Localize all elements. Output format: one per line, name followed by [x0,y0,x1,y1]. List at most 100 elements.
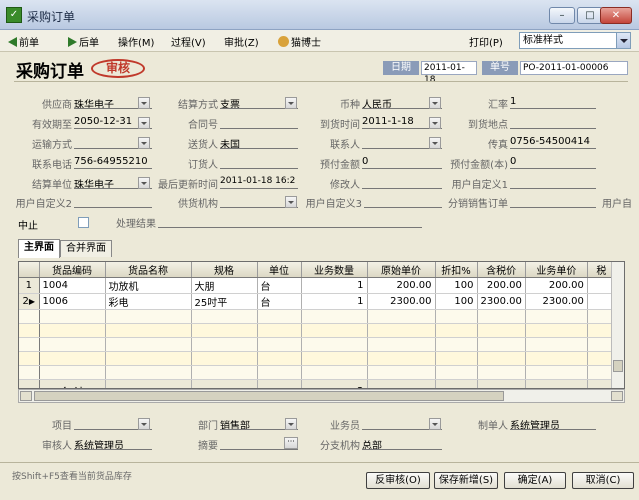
dist-order-field[interactable] [510,195,596,208]
contract-field[interactable] [220,116,298,129]
empty-cell[interactable] [301,337,368,352]
table-cell[interactable]: 2300.00 [525,293,588,310]
empty-cell[interactable] [301,323,368,338]
minimize-button[interactable]: – [549,7,575,24]
empty-cell[interactable] [525,337,588,352]
settle-unit-dropdown-icon[interactable] [138,177,150,189]
process-menu[interactable]: 过程(V) [171,34,206,49]
next-button[interactable]: 后单 [68,34,99,49]
empty-cell[interactable] [435,351,478,366]
last-update-field[interactable]: 2011-01-18 16:2 [220,176,298,189]
modifier-field[interactable] [362,176,442,189]
date-field[interactable]: 2011-01-18 [421,61,477,85]
table-cell[interactable]: 1 [301,293,368,310]
empty-cell[interactable] [477,337,526,352]
empty-cell[interactable] [477,365,526,380]
empty-cell[interactable] [367,365,436,380]
cancel-button[interactable]: 取消(C) [572,472,634,489]
grid-column-header[interactable] [19,262,40,278]
table-cell[interactable]: 1004 [39,277,106,294]
empty-cell[interactable] [105,323,192,338]
valid-until-dropdown-icon[interactable] [138,117,150,129]
chevron-down-icon[interactable] [616,33,630,48]
table-row[interactable]: 2▶ 1006 彩电 25吋平台 1 2300.00 100 2300.00 2300.00 [19,293,616,310]
empty-row[interactable] [19,323,616,338]
empty-cell[interactable] [257,337,302,352]
empty-cell[interactable] [191,337,258,352]
table-cell[interactable]: 2300.00 [477,293,526,310]
scroll-right-icon[interactable] [611,391,623,401]
tab-main[interactable]: 主界面 [18,239,60,258]
empty-row[interactable] [19,365,616,380]
grid-column-header[interactable]: 规格 [191,262,258,278]
arrive-place-field[interactable] [510,116,596,129]
table-cell[interactable]: 200.00 [367,277,436,294]
prepay-field[interactable]: 0 [362,156,442,169]
table-cell[interactable]: 1006 [39,293,106,310]
transport-dropdown-icon[interactable] [138,137,150,149]
grid-column-header[interactable]: 货品编码 [39,262,106,278]
grid-column-header[interactable]: 含税价 [477,262,526,278]
salesman-dropdown-icon[interactable] [429,418,441,430]
horizontal-scrollbar[interactable] [18,389,625,403]
operation-menu[interactable]: 操作(M) [118,34,154,49]
grid-column-header[interactable]: 业务单价 [525,262,588,278]
supplier-dropdown-icon[interactable] [138,97,150,109]
empty-cell[interactable] [105,309,192,324]
print-style-select[interactable]: 标准样式 [519,32,631,49]
table-cell[interactable]: 100 [435,277,478,294]
approve-menu[interactable]: 审批(Z) [224,34,259,49]
empty-cell[interactable] [39,351,106,366]
empty-cell[interactable] [367,351,436,366]
empty-cell[interactable] [435,365,478,380]
table-cell[interactable]: 200.00 [477,277,526,294]
grid-column-header[interactable]: 原始单价 [367,262,436,278]
empty-cell[interactable] [39,365,106,380]
empty-cell[interactable] [257,309,302,324]
custom1-field[interactable] [510,176,596,189]
empty-cell[interactable] [257,365,302,380]
empty-row[interactable] [19,309,616,324]
close-button[interactable]: ✕ [600,7,632,24]
table-cell[interactable]: 彩电 [105,293,192,310]
branch-field[interactable]: 总部 [362,437,442,450]
ship-to-field[interactable]: 未国 [220,136,298,149]
rate-field[interactable]: 1 [510,96,596,109]
summary-ellipsis-button[interactable]: ··· [284,437,298,449]
table-cell[interactable]: 台 [257,277,302,294]
empty-cell[interactable] [477,351,526,366]
table-row[interactable]: 1 1004 功放机 大朋台 1 200.00 100 200.00 200.00 [19,277,616,294]
empty-cell[interactable] [191,365,258,380]
horizontal-scroll-thumb[interactable] [34,391,504,401]
table-cell[interactable]: 100 [435,293,478,310]
stop-checkbox[interactable] [78,217,89,228]
empty-cell[interactable] [367,337,436,352]
empty-cell[interactable] [435,337,478,352]
empty-cell[interactable] [301,309,368,324]
orderer-field[interactable] [220,156,298,169]
vertical-scrollbar[interactable] [611,262,624,388]
empty-cell[interactable] [435,323,478,338]
empty-cell[interactable] [525,351,588,366]
empty-cell[interactable] [367,309,436,324]
dept-dropdown-icon[interactable] [285,418,297,430]
empty-cell[interactable] [39,337,106,352]
empty-cell[interactable] [257,323,302,338]
grid-column-header[interactable]: 业务数量 [301,262,368,278]
empty-cell[interactable] [39,323,106,338]
empty-cell[interactable] [105,365,192,380]
empty-cell[interactable] [301,351,368,366]
print-menu[interactable]: 打印(P) [469,34,503,49]
settle-method-dropdown-icon[interactable] [285,97,297,109]
contact-dropdown-icon[interactable] [429,137,441,149]
empty-cell[interactable] [435,309,478,324]
vertical-scroll-thumb[interactable] [613,360,623,372]
custom3-field[interactable] [364,195,442,208]
empty-cell[interactable] [39,309,106,324]
grid-column-header[interactable]: 货品名称 [105,262,192,278]
scroll-left-icon[interactable] [20,391,32,401]
empty-cell[interactable] [105,351,192,366]
empty-cell[interactable] [525,309,588,324]
empty-cell[interactable] [301,365,368,380]
table-cell[interactable]: 1 [301,277,368,294]
